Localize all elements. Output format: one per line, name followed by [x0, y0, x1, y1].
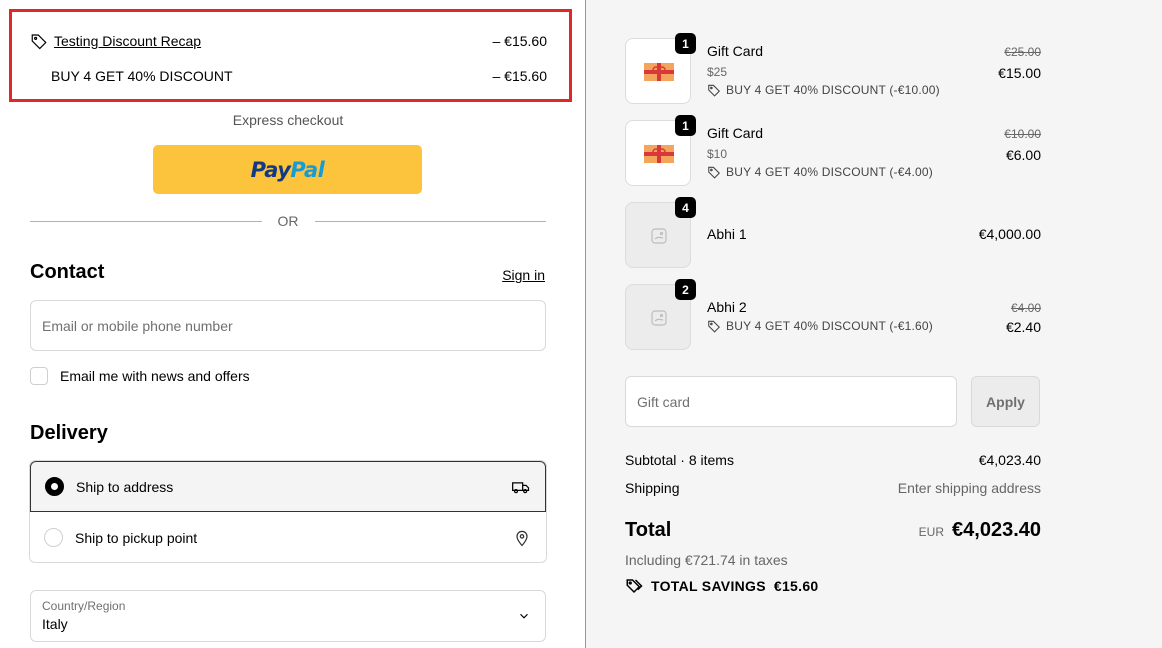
email-field[interactable]: Email or mobile phone number	[30, 300, 546, 351]
order-summary-panel: 1 Gift Card $25 BUY 4 GET 40% DISCOUNT (…	[586, 0, 1162, 648]
total-row: Total EUR €4,023.40	[625, 519, 1041, 542]
item-name: Gift Card	[707, 43, 764, 59]
item-name: Abhi 1	[707, 226, 747, 242]
chevron-down-icon	[520, 613, 528, 619]
item-price: €2.40	[1005, 319, 1041, 335]
gift-card-image: 1	[625, 115, 696, 186]
discount-recap-title[interactable]: Testing Discount Recap	[54, 33, 201, 49]
item-original-price: €10.00	[1004, 127, 1041, 141]
discount-recap-title-row: Testing Discount Recap – €15.60	[30, 32, 547, 50]
item-discount: BUY 4 GET 40% DISCOUNT (-€10.00)	[707, 83, 940, 97]
apply-button[interactable]: Apply	[971, 376, 1040, 427]
discount-recap-title-amount: – €15.60	[492, 33, 548, 49]
map-pin-icon	[516, 530, 528, 546]
paypal-button[interactable]: PayPal	[153, 145, 422, 194]
shipping-row: Shipping Enter shipping address	[625, 480, 1041, 496]
gift-card-graphic	[644, 63, 674, 81]
item-discount-label: BUY 4 GET 40% DISCOUNT (-€1.60)	[726, 319, 933, 333]
discount-recap-line-label: BUY 4 GET 40% DISCOUNT	[51, 68, 233, 84]
cart-item: 2 Abhi 2 BUY 4 GET 40% DISCOUNT (-€1.60)…	[625, 279, 1041, 350]
tag-icon	[708, 166, 720, 179]
item-name: Gift Card	[707, 125, 764, 141]
ship-to-pickup-radio[interactable]	[44, 528, 63, 547]
item-price: €4,000.00	[978, 226, 1041, 242]
gift-card-graphic	[644, 145, 674, 163]
total-savings: TOTAL SAVINGS €15.60	[625, 577, 819, 595]
taxes-note: Including €721.74 in taxes	[625, 552, 788, 568]
paypal-logo: PayPal	[250, 157, 325, 182]
discount-recap-line-row: BUY 4 GET 40% DISCOUNT – €15.60	[51, 68, 547, 84]
sign-in-link[interactable]: Sign in	[502, 267, 545, 283]
item-variant: $25	[707, 65, 728, 79]
item-discount: BUY 4 GET 40% DISCOUNT (-€1.60)	[707, 319, 933, 333]
discount-recap-box: Testing Discount Recap – €15.60 BUY 4 GE…	[9, 9, 572, 102]
contact-heading: Contact	[30, 261, 105, 283]
quantity-badge: 2	[675, 279, 696, 300]
news-opt-in[interactable]: Email me with news and offers	[30, 367, 250, 385]
discount-recap-line-amount: – €15.60	[492, 68, 548, 84]
ship-to-address-option[interactable]: Ship to address	[30, 461, 546, 512]
country-select[interactable]: Country/Region Italy	[30, 590, 546, 642]
ship-to-address-radio[interactable]	[45, 477, 64, 496]
ship-to-address-label: Ship to address	[76, 478, 174, 495]
placeholder-image: 2	[625, 279, 696, 350]
shipping-value: Enter shipping address	[897, 480, 1041, 496]
news-checkbox[interactable]	[30, 367, 48, 385]
item-discount-label: BUY 4 GET 40% DISCOUNT (-€10.00)	[726, 83, 940, 97]
delivery-heading: Delivery	[30, 422, 108, 444]
item-price: €15.00	[998, 65, 1041, 81]
total-savings-value: €15.60	[773, 578, 819, 594]
country-select-label: Country/Region	[42, 599, 126, 613]
news-opt-in-label: Email me with news and offers	[60, 368, 250, 384]
cart-item: 1 Gift Card $25 BUY 4 GET 40% DISCOUNT (…	[625, 33, 1041, 104]
image-placeholder-icon	[651, 310, 667, 326]
total-label: Total	[625, 519, 672, 541]
quantity-badge: 1	[675, 115, 696, 136]
item-discount-label: BUY 4 GET 40% DISCOUNT (-€4.00)	[726, 165, 933, 179]
image-placeholder-icon	[651, 228, 667, 244]
truck-icon	[512, 481, 530, 493]
tag-icon	[708, 320, 720, 333]
item-original-price: €4.00	[1010, 301, 1041, 315]
delivery-method-group: Ship to address Ship to pickup point	[29, 460, 547, 563]
or-divider: OR	[30, 213, 546, 229]
quantity-badge: 4	[675, 197, 696, 218]
item-discount: BUY 4 GET 40% DISCOUNT (-€4.00)	[707, 165, 933, 179]
item-name: Abhi 2	[707, 299, 747, 315]
item-price: €6.00	[1005, 147, 1041, 163]
gift-card-input[interactable]: Gift card	[625, 376, 957, 427]
ship-to-pickup-label: Ship to pickup point	[75, 529, 198, 546]
subtotal-row: Subtotal · 8 items €4,023.40	[625, 452, 1041, 468]
subtotal-value: €4,023.40	[978, 452, 1041, 468]
tag-icon	[708, 84, 720, 97]
item-variant: $10	[707, 147, 728, 161]
cart-item: 4 Abhi 1 €4,000.00	[625, 197, 1041, 268]
subtotal-label: Subtotal · 8 items	[625, 452, 734, 468]
country-select-value: Italy	[42, 616, 68, 632]
express-checkout-label: Express checkout	[232, 112, 344, 128]
placeholder-image: 4	[625, 197, 696, 268]
ship-to-pickup-option[interactable]: Ship to pickup point	[30, 512, 546, 562]
total-savings-label: TOTAL SAVINGS	[651, 578, 766, 594]
tags-icon	[626, 579, 643, 594]
currency-code: EUR	[918, 525, 945, 539]
cart-item: 1 Gift Card $10 BUY 4 GET 40% DISCOUNT (…	[625, 115, 1041, 186]
gift-card-image: 1	[625, 33, 696, 104]
or-label: OR	[277, 213, 299, 229]
total-value: €4,023.40	[952, 519, 1041, 541]
shipping-label: Shipping	[625, 480, 680, 496]
tag-icon	[31, 34, 47, 50]
quantity-badge: 1	[675, 33, 696, 54]
item-original-price: €25.00	[1004, 45, 1041, 59]
checkout-form-panel: Testing Discount Recap – €15.60 BUY 4 GE…	[0, 0, 586, 648]
